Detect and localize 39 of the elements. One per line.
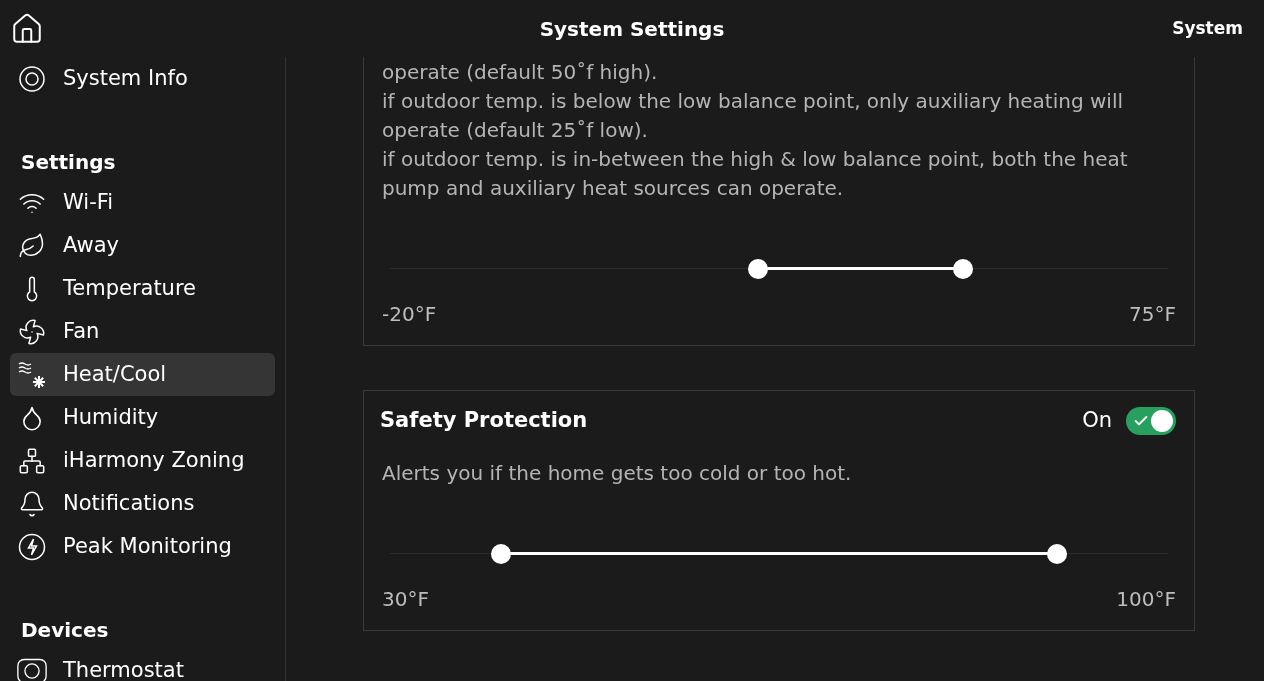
sidebar-item[interactable]: Thermostat: [10, 649, 275, 681]
section-heading: Settings: [20, 149, 117, 176]
sidebar-item[interactable]: Notifications: [10, 482, 275, 525]
sidebar-item[interactable]: Away: [10, 224, 275, 267]
target-icon: [18, 64, 46, 93]
sidebar-item[interactable]: iHarmony Zoning: [10, 439, 275, 482]
hierarchy-icon: [18, 446, 46, 475]
slider-thumb[interactable]: [953, 259, 974, 279]
sidebar-item[interactable]: Heat/Cool: [10, 353, 275, 396]
slider-min-label: 30°F: [382, 585, 429, 613]
page-title: System Settings: [539, 15, 725, 43]
card-title: Safety Protection: [380, 407, 588, 434]
thermostat-icon: [17, 656, 47, 681]
slider-thumb[interactable]: [491, 543, 512, 564]
toggle-switch[interactable]: [1126, 406, 1176, 435]
sidebar-item[interactable]: Temperature: [10, 267, 275, 310]
bell-icon: [18, 489, 46, 518]
bolt-circle-icon: [18, 532, 46, 561]
sidebar-item[interactable]: Peak Monitoring: [10, 525, 275, 568]
sidebar-item[interactable]: Humidity: [10, 396, 275, 439]
sidebar-item[interactable]: Fan: [10, 310, 275, 353]
slider-min-label: -20°F: [382, 301, 437, 328]
sidebar-item[interactable]: Wi-Fi: [10, 181, 275, 224]
context-label: System: [1172, 16, 1243, 40]
card-description: if outdoor temp. is in-between the high & low balance point, both the heat pump and auxiliary heat sources can operate.: [382, 146, 1129, 202]
section-heading: Devices: [20, 617, 110, 644]
card-description: operate (default 50˚f high).: [382, 59, 659, 86]
slider-thumb[interactable]: [1046, 543, 1067, 564]
card-description: if outdoor temp. is below the low balance point, only auxiliary heating will operate (default 25˚f low).: [382, 88, 1124, 144]
slider-max-label: 75°F: [1129, 301, 1176, 328]
heat-cool-icon: [17, 359, 47, 390]
sidebar-item[interactable]: System Info: [10, 57, 275, 100]
slider-max-label: 100°F: [1116, 585, 1176, 613]
slider-thumb[interactable]: [748, 259, 768, 279]
card-description: Alerts you if the home gets too cold or too hot.: [382, 459, 853, 487]
toggle-label: On: [1082, 407, 1112, 434]
leaf-icon: [18, 231, 46, 260]
fan-icon: [18, 317, 46, 346]
range-slider[interactable]: [390, 257, 1168, 281]
